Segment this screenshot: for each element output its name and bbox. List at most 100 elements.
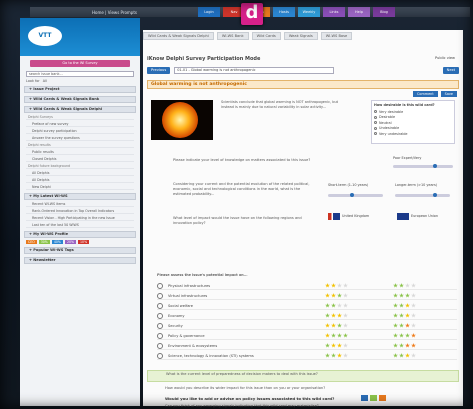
short-term-slider[interactable] <box>328 193 383 197</box>
eu-impact-rating[interactable] <box>393 283 423 288</box>
star-icon[interactable] <box>399 303 404 308</box>
star-icon[interactable] <box>337 333 342 338</box>
tab-4[interactable]: Weak Signals <box>283 32 318 40</box>
sidebar-section[interactable]: + Issue Project <box>24 86 136 93</box>
eu-impact-rating[interactable] <box>393 313 423 318</box>
star-icon[interactable] <box>399 323 404 328</box>
start-survey-button[interactable]: Go to the WI Survey <box>30 60 130 67</box>
sidebar-item[interactable]: New Delphi <box>26 184 134 190</box>
radio-icon[interactable] <box>374 126 377 130</box>
uk-impact-rating[interactable] <box>325 303 355 308</box>
star-icon[interactable] <box>405 343 410 348</box>
star-icon[interactable] <box>331 293 336 298</box>
star-icon[interactable] <box>411 333 416 338</box>
long-term-slider[interactable] <box>395 193 450 197</box>
star-icon[interactable] <box>337 353 342 358</box>
star-icon[interactable] <box>393 353 398 358</box>
tab-1[interactable]: Wild Cards & Weak Signals Delphi <box>143 32 214 40</box>
uk-impact-rating[interactable] <box>325 313 355 318</box>
star-icon[interactable] <box>331 323 336 328</box>
star-icon[interactable] <box>411 313 416 318</box>
star-icon[interactable] <box>405 283 410 288</box>
star-icon[interactable] <box>405 313 410 318</box>
sidebar-section[interactable]: + Wild Cards & Weak Signals Delphi <box>24 106 136 113</box>
next-button[interactable]: Next <box>442 67 459 74</box>
star-icon[interactable] <box>325 353 330 358</box>
radio-icon[interactable] <box>374 110 377 114</box>
star-icon[interactable] <box>343 303 348 308</box>
sidebar-item[interactable]: Delphi survey participation <box>26 128 134 134</box>
eu-impact-rating[interactable] <box>393 353 423 358</box>
star-icon[interactable] <box>393 293 398 298</box>
uk-impact-rating[interactable] <box>325 333 355 338</box>
star-icon[interactable] <box>399 283 404 288</box>
long-term-knob[interactable] <box>433 193 437 197</box>
star-icon[interactable] <box>331 343 336 348</box>
star-icon[interactable] <box>325 283 330 288</box>
previous-button[interactable]: Previous <box>147 67 171 74</box>
star-icon[interactable] <box>411 353 416 358</box>
eu-impact-rating[interactable] <box>393 333 423 338</box>
star-icon[interactable] <box>399 353 404 358</box>
star-icon[interactable] <box>331 353 336 358</box>
tab-3[interactable]: Wild Cards <box>251 32 281 40</box>
top-link-hosts[interactable]: Hosts <box>273 7 295 17</box>
star-icon[interactable] <box>399 313 404 318</box>
star-icon[interactable] <box>325 303 330 308</box>
star-icon[interactable] <box>405 353 410 358</box>
star-icon[interactable] <box>337 283 342 288</box>
star-icon[interactable] <box>393 323 398 328</box>
star-icon[interactable] <box>393 333 398 338</box>
star-icon[interactable] <box>325 293 330 298</box>
star-icon[interactable] <box>331 313 336 318</box>
star-icon[interactable] <box>343 323 348 328</box>
star-icon[interactable] <box>405 303 410 308</box>
star-icon[interactable] <box>411 303 416 308</box>
issue-select[interactable]: 01-01 - Global warming is not anthropoge… <box>174 67 335 74</box>
star-icon[interactable] <box>343 283 348 288</box>
sidebar-item[interactable]: Preface of new survey <box>26 121 134 127</box>
sidebar-item[interactable]: Answer the survey questions <box>26 135 134 141</box>
sidebar-section[interactable]: + My WI-WS Profile <box>24 231 136 238</box>
sidebar-item[interactable]: Last ten of the last 50 WIWS <box>26 222 134 228</box>
star-icon[interactable] <box>405 333 410 338</box>
star-icon[interactable] <box>393 343 398 348</box>
sidebar-section[interactable]: + Wild Cards & Weak Signals Bank <box>24 96 136 103</box>
top-link-blog[interactable]: Blog <box>373 7 395 17</box>
eu-impact-rating[interactable] <box>393 343 423 348</box>
sidebar-item[interactable]: All Delphis <box>26 177 134 183</box>
short-term-knob[interactable] <box>350 193 354 197</box>
search-option-value[interactable]: All <box>43 79 47 83</box>
eu-impact-rating[interactable] <box>393 293 423 298</box>
sidebar-item[interactable]: All Delphis <box>26 170 134 176</box>
top-link-login[interactable]: Login <box>198 7 220 17</box>
star-icon[interactable] <box>343 333 348 338</box>
star-icon[interactable] <box>393 313 398 318</box>
knowledge-slider[interactable] <box>393 164 453 168</box>
uk-impact-rating[interactable] <box>325 323 355 328</box>
uk-impact-rating[interactable] <box>325 343 355 348</box>
star-icon[interactable] <box>411 343 416 348</box>
star-icon[interactable] <box>405 323 410 328</box>
star-icon[interactable] <box>325 313 330 318</box>
sidebar-section[interactable]: + My Latest WI-WS <box>24 193 136 200</box>
star-icon[interactable] <box>411 293 416 298</box>
top-link-links[interactable]: Links <box>323 7 345 17</box>
add-icon[interactable] <box>361 395 368 401</box>
star-icon[interactable] <box>337 343 342 348</box>
star-icon[interactable] <box>411 283 416 288</box>
desirability-option[interactable]: Very undesirable <box>374 131 452 137</box>
eu-impact-rating[interactable] <box>393 323 423 328</box>
uk-impact-rating[interactable] <box>325 283 355 288</box>
uk-impact-rating[interactable] <box>325 293 355 298</box>
star-icon[interactable] <box>325 343 330 348</box>
star-icon[interactable] <box>325 333 330 338</box>
star-icon[interactable] <box>337 293 342 298</box>
star-icon[interactable] <box>393 283 398 288</box>
tab-5[interactable]: WI-WS Base <box>320 32 353 40</box>
sidebar-item[interactable]: Recent Vision - High Participating in th… <box>26 215 134 221</box>
star-icon[interactable] <box>399 343 404 348</box>
tab-2[interactable]: WI-WS Bank <box>216 32 249 40</box>
yes-icon[interactable] <box>370 395 377 401</box>
star-icon[interactable] <box>337 303 342 308</box>
